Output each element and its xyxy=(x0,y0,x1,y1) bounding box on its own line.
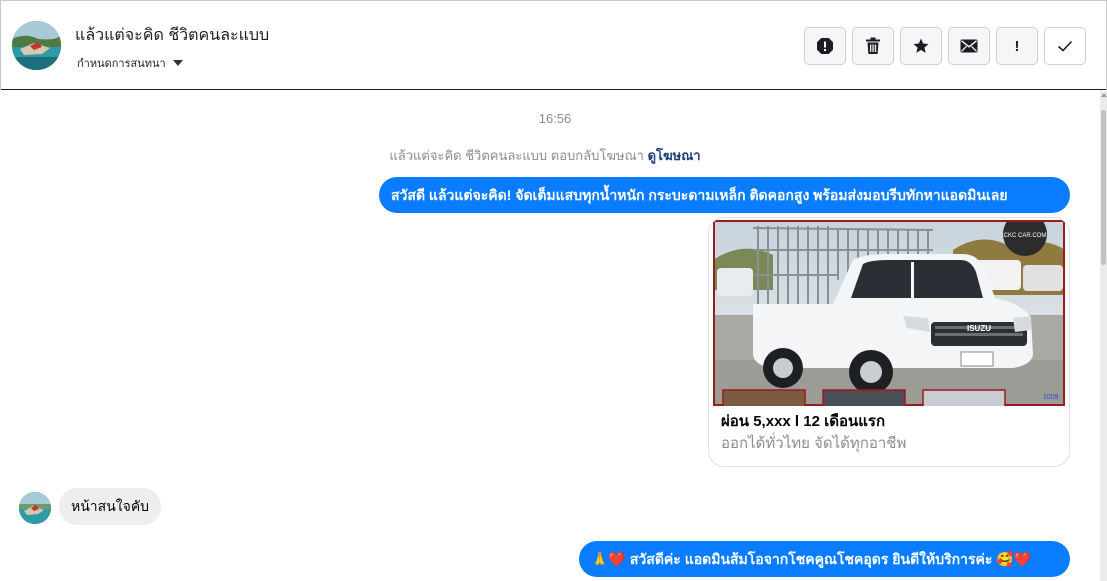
conversation-header: แล้วแต่จะคิด ชีวิตคนละแบบ กำหนดการสนทนา xyxy=(0,0,1107,90)
report-icon xyxy=(817,38,833,54)
outgoing-message[interactable]: 🙏❤️ สวัสดีค่ะ แอดมินส้มโอจากโชคคูณโชคอุด… xyxy=(579,541,1070,577)
ad-reply-text: แล้วแต่จะคิด ชีวิตคนละแบบ ตอบกลับโฆษณา xyxy=(389,148,644,163)
contact-name[interactable]: แล้วแต่จะคิด ชีวิตคนละแบบ xyxy=(75,23,269,48)
star-button[interactable] xyxy=(900,27,942,65)
ad-reply-notice: แล้วแต่จะคิด ชีวิตคนละแบบ ตอบกลับโฆษณา ด… xyxy=(0,145,1090,166)
sender-avatar[interactable] xyxy=(19,492,51,524)
conversation-options-label: กำหนดการสนทนา xyxy=(77,58,166,70)
report-button[interactable] xyxy=(804,27,846,65)
message-timestamp: 16:56 xyxy=(538,111,572,126)
image-corner-text: 1009 xyxy=(1043,394,1059,401)
incoming-message[interactable]: หน้าสนใจคับ xyxy=(59,488,162,525)
scrollbar-thumb[interactable] xyxy=(1101,110,1106,265)
check-icon xyxy=(1057,40,1073,52)
ad-card-subtitle: ออกได้ทั่วไทย จัดได้ทุกอาชีพ xyxy=(721,435,907,452)
dealer-badge-text: CKC CAR.COM xyxy=(1004,233,1047,239)
outgoing-message-text: สวัสดีค่ะ แอดมินส้มโอจากโชคคูณโชคอุดร ยิ… xyxy=(629,551,993,567)
priority-button[interactable]: ! xyxy=(996,27,1038,65)
mark-unread-button[interactable] xyxy=(948,27,990,65)
header-toolbar: ! xyxy=(804,27,1086,65)
trash-icon xyxy=(866,37,880,54)
ad-card-title[interactable]: ผ่อน 5,xxx l 12 เดือนแรก xyxy=(721,409,885,433)
star-icon xyxy=(913,38,929,53)
conversation-options[interactable]: กำหนดการสนทนา xyxy=(77,54,183,72)
caret-down-icon xyxy=(172,60,183,66)
outgoing-message[interactable]: สวัสดี แล้วแต่จะคิด! จัดเต็มแสบทุกน้ำหนั… xyxy=(379,177,1070,213)
ad-card[interactable]: ISUZU CKC CAR.COM 1009 ผ่อน 5,xxx l 12 เ… xyxy=(708,217,1070,467)
priority-icon: ! xyxy=(1014,37,1020,55)
emoji-smile-heart: 🥰❤️ xyxy=(996,551,1032,567)
delete-button[interactable] xyxy=(852,27,894,65)
emoji-pray-heart: 🙏❤️ xyxy=(591,551,626,567)
done-button[interactable] xyxy=(1044,27,1086,65)
window-left-border xyxy=(0,0,1,90)
envelope-icon xyxy=(960,39,978,53)
ad-card-image[interactable]: ISUZU CKC CAR.COM 1009 xyxy=(713,220,1065,406)
scroll-up-arrow-icon[interactable] xyxy=(1101,93,1107,97)
truck-brand-text: ISUZU xyxy=(967,324,991,333)
view-ad-link[interactable]: ดูโฆษณา xyxy=(648,148,701,163)
contact-avatar[interactable] xyxy=(12,21,61,70)
